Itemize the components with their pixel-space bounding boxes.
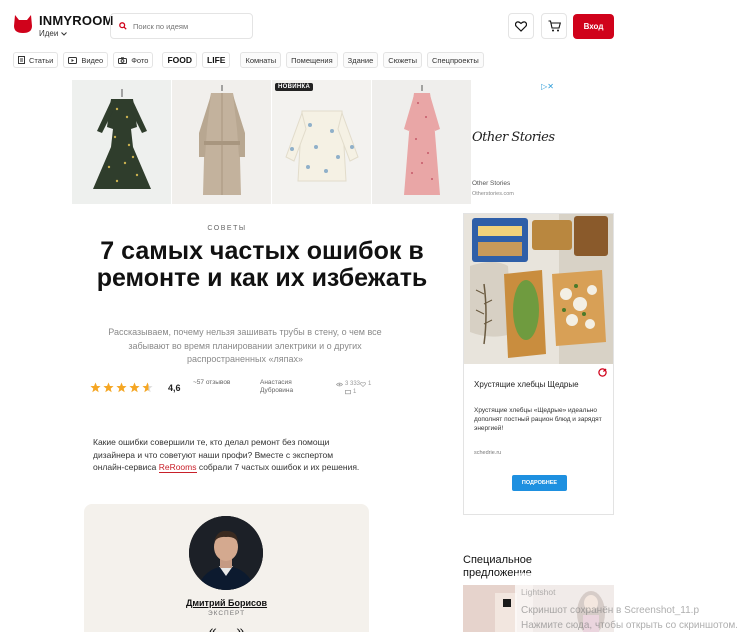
ad-product-coat[interactable] [172,80,271,204]
brand-name: Other Stories [472,180,511,187]
login-button[interactable]: Вход [573,14,614,39]
banner-ad[interactable]: НОВИНКА ▷✕ Other Stories Other Stories O… [72,80,557,204]
star-icon [129,382,140,393]
article-lede: Рассказываем, почему нельзя зашивать тру… [108,327,382,364]
article-title: 7 самых частых ошибок в ремонте и как их… [96,237,428,292]
rerooms-link[interactable]: ReRooms [158,462,197,473]
star-icon [103,382,114,393]
heart-outline-icon [360,381,366,387]
toast-message: Скриншот сохранён в Screenshot_11.p [521,605,700,616]
toast-hint: Нажмите сюда, чтобы открыть со скриншото… [521,620,737,631]
article-intro: Какие ошибки совершили те, кто делал рем… [93,436,363,474]
ad-product-dress-green[interactable] [72,80,171,204]
nav-rooms[interactable]: Комнаты [240,52,282,68]
chevron-down-icon [61,31,68,36]
author-name[interactable]: Анастасия Дубровина [260,379,308,395]
views-count: 3 333 [345,381,361,387]
search-input[interactable] [133,21,243,31]
site-header: INMYROOM Идеи Вход [0,0,737,52]
nav-label: Статьи [29,55,54,65]
section-switcher[interactable]: Идеи [39,29,114,38]
nav-articles[interactable]: Статьи [13,52,59,68]
expert-name[interactable]: Дмитрий Борисов [84,598,369,608]
expert-avatar[interactable] [189,516,263,590]
logo-text: INMYROOM [39,13,114,28]
likes-count: 1 [368,381,372,387]
side-ad-url[interactable]: schedrie.ru [474,450,501,456]
article-category[interactable]: СОВЕТЫ [72,225,382,232]
pink-dress-image [403,85,440,195]
nav-building[interactable]: Здание [342,52,379,68]
nav-stories[interactable]: Сюжеты [383,52,422,68]
nav-premises[interactable]: Помещения [286,52,338,68]
camera-icon [118,56,128,64]
side-ad[interactable]: Хрустящие хлебцы Щедрые Хрустящие хлебцы… [463,213,614,515]
expert-quote: « ... » [208,622,245,632]
comment-icon [345,389,351,394]
ad-product-dress-pink[interactable] [372,80,471,204]
ad-brand-panel[interactable]: ▷✕ Other Stories Other Stories Otherstor… [472,80,556,204]
comments-stat[interactable]: 1 [345,389,356,395]
cat-logo-icon [14,15,32,33]
nav-label: Видео [81,55,104,65]
brand-url: Otherstories.com [472,191,514,197]
nav-photo[interactable]: Фото [113,52,154,68]
new-badge: НОВИНКА [275,83,314,91]
nav-video[interactable]: Видео [63,52,109,68]
heart-icon [515,20,527,32]
side-ad-title[interactable]: Хрустящие хлебцы Щедрые [474,380,579,389]
cart-icon [548,20,561,32]
more-button[interactable]: ПОДРОБНЕЕ [512,475,567,491]
beige-coat-image [198,85,245,195]
favorites-button[interactable] [508,13,534,39]
comments-count: 1 [353,389,357,395]
cart-button[interactable] [541,13,567,39]
side-ad-text: Хрустящие хлебцы «Щедрые» идеально допол… [474,407,602,432]
logo[interactable]: INMYROOM Идеи [13,14,114,38]
eye-icon [336,382,343,386]
nav-special-projects[interactable]: Спецпроекты [427,52,484,68]
likes-stat[interactable]: 1 [360,381,371,387]
expert-photo [189,516,263,590]
ad-marker-icon [598,368,607,377]
category-nav: Статьи Видео Фото FOOD LIFE Комнаты Поме… [13,52,489,68]
intro-text-end: собрали 7 частых ошибок и их решения. [196,462,360,472]
views-stat: 3 333 [336,381,360,387]
nav-label: Фото [131,55,149,65]
screenshot-notification[interactable]: Lightshot Скриншот сохранён в Screenshot… [515,573,737,632]
rating-value: 4,6 [168,383,181,393]
bread-crisps-image [464,214,613,364]
section-label: Идеи [39,29,59,38]
expert-card: Дмитрий Борисов ЭКСПЕРТ « ... » [84,504,369,632]
rating-stars[interactable] [90,382,153,393]
search-icon [119,22,127,30]
adchoices-icon[interactable]: ▷✕ [541,82,554,91]
brand-logo: Other Stories [472,130,555,145]
expert-role: ЭКСПЕРТ [207,610,246,617]
reviews-count[interactable]: ~57 отзывов [193,379,233,387]
nav-life[interactable]: LIFE [202,52,231,68]
search-box[interactable] [110,13,253,39]
article-meta: 4,6 ~57 отзывов Анастасия Дубровина 3 33… [90,378,380,400]
toast-app-name: Lightshot [521,587,556,597]
ad-product-cardigan[interactable]: НОВИНКА [272,80,371,204]
document-icon [18,56,25,64]
cardigan-image [284,110,359,182]
star-half-icon [142,382,153,393]
nav-food[interactable]: FOOD [162,52,198,68]
video-icon [68,56,78,64]
star-icon [90,382,101,393]
star-icon [116,382,127,393]
side-ad-image [464,214,613,364]
green-dress-image [92,89,151,189]
